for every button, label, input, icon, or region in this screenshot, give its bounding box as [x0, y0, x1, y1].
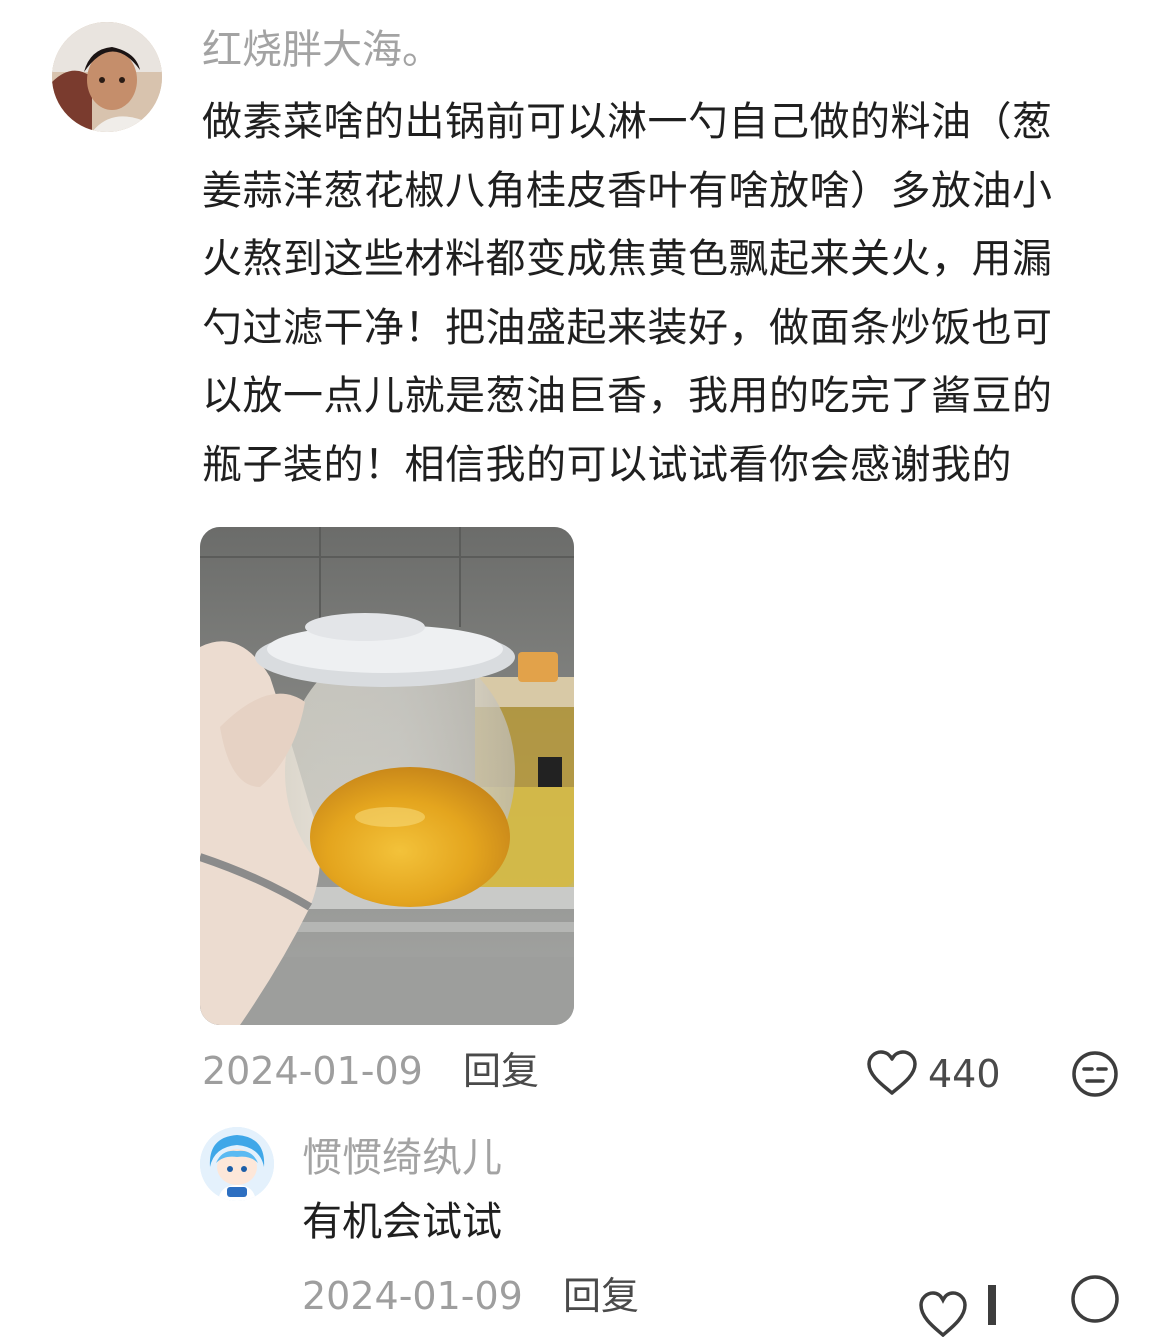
- comment-text-line: 火熬到这些材料都变成焦黄色飘起来关火，用漏: [202, 236, 1053, 282]
- reply-reply-button[interactable]: 回复: [563, 1274, 639, 1318]
- heart-outline-icon[interactable]: [918, 1275, 968, 1337]
- comment-date: 2024-01-09: [202, 1049, 423, 1093]
- reply-text: 有机会试试: [302, 1199, 502, 1245]
- like-count: 440: [928, 1052, 1001, 1096]
- comment-text-line: 做素菜啥的出锅前可以淋一勺自己做的料油（葱: [202, 99, 1053, 145]
- comment-author[interactable]: 红烧胖大海。: [202, 22, 442, 78]
- reply-author[interactable]: 惯惯绮纨儿: [302, 1130, 502, 1186]
- comment-text-line: 姜蒜洋葱花椒八角桂皮香叶有啥放啥）多放油小: [202, 167, 1053, 214]
- comment-text-line: 勺过滤干净！把油盛起来装好，做面条炒饭也可: [202, 304, 1053, 351]
- reply-button[interactable]: 回复: [463, 1049, 539, 1093]
- avatar-photo: [52, 22, 162, 132]
- avatar[interactable]: [52, 22, 162, 132]
- meh-face-icon[interactable]: [1071, 1050, 1119, 1098]
- reply-avatar-image: [200, 1127, 274, 1201]
- reply-date: 2024-01-09: [302, 1274, 523, 1318]
- comment-text-line: 以放一点儿就是葱油巨香，我用的吃完了酱豆的: [202, 373, 1053, 419]
- meh-face-icon[interactable]: [1070, 1272, 1120, 1337]
- like-count-partial: [985, 1285, 999, 1325]
- comment-image[interactable]: [200, 527, 574, 1025]
- oil-jar-photo: [200, 527, 574, 1025]
- comment-text-line: 瓶子装的！相信我的可以试试看你会感谢我的: [202, 441, 1012, 488]
- comment-text: 做素菜啥的出锅前可以淋一勺自己做的料油（葱 姜蒜洋葱花椒八角桂皮香叶有啥放啥）多…: [202, 88, 1132, 499]
- heart-outline-icon[interactable]: [866, 1050, 918, 1096]
- reply-avatar[interactable]: [200, 1127, 274, 1201]
